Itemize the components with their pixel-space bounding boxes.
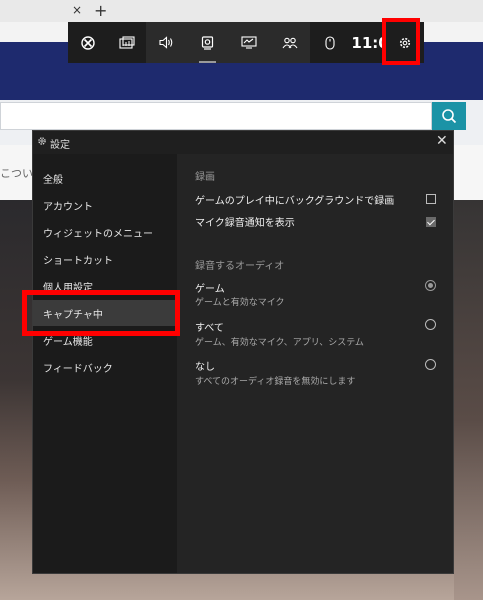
audio-option-all-radio[interactable] [425,319,436,330]
capture-button[interactable] [187,22,228,63]
site-search-input[interactable] [0,102,432,130]
background-recording-label: ゲームのプレイ中にバックグラウンドで録画 [195,196,395,207]
xbox-icon [80,35,95,50]
nav-item-general[interactable]: 全般 [33,165,177,191]
mouse-button[interactable] [310,22,349,63]
audio-option-game-radio[interactable] [425,280,436,291]
nav-item-account[interactable]: アカウント [33,192,177,218]
performance-icon [241,36,257,49]
settings-content: 録画 ゲームのプレイ中にバックグラウンドで録画 マイク録音通知を表示 録音するオ… [177,154,453,573]
nav-item-feedback[interactable]: フィードバック [33,354,177,380]
social-button[interactable] [269,22,310,63]
capture-icon [202,35,214,50]
audio-option-all-desc: ゲーム、有効なマイク、アプリ、システム [195,338,364,348]
audio-option-none-desc: すべてのオーディオ録音を無効にします [195,377,356,387]
site-strip-text: こつい [0,167,33,180]
audio-option-game-desc: ゲームと有効なマイク [195,298,285,308]
close-button[interactable]: ✕ [436,133,448,149]
settings-title-bar[interactable]: 設定 ✕ [33,131,453,155]
site-search-button[interactable] [432,102,466,130]
capturing-highlight-box [22,290,180,336]
background-photo-edge [454,200,483,600]
settings-highlight-box [382,18,420,65]
performance-button[interactable] [228,22,269,63]
section-heading-audio: 録音するオーディオ [195,261,285,272]
tab-close-button[interactable]: × [72,3,82,17]
audio-button[interactable] [146,22,187,63]
mic-notification-label: マイク録音通知を表示 [195,218,295,229]
background-recording-checkbox[interactable] [426,194,436,204]
audio-option-none-label: なし [195,362,215,373]
widget-menu-button[interactable] [107,22,146,63]
audio-option-none-radio[interactable] [425,359,436,370]
audio-option-game-label: ゲーム [195,284,225,295]
audio-option-all-label: すべて [195,323,224,334]
clock-time: 11:06 [351,33,386,52]
mic-notification-checkbox[interactable] [426,217,436,227]
widget-menu-icon [119,36,135,49]
mouse-icon [325,35,335,50]
section-heading-recording: 録画 [195,172,215,183]
settings-window: 設定 ✕ 全般 アカウント ウィジェットのメニュー ショートカット 個人用設定 … [32,130,454,574]
nav-item-shortcuts[interactable]: ショートカット [33,246,177,272]
audio-icon [159,36,173,49]
new-tab-button[interactable]: + [94,1,107,20]
settings-sidebar: 全般 アカウント ウィジェットのメニュー ショートカット 個人用設定 キャプチャ… [33,154,177,573]
window-title: 設定 [50,140,70,151]
search-icon [442,109,457,124]
social-icon [282,37,298,48]
xbox-button[interactable] [68,22,107,63]
nav-item-widget-menu[interactable]: ウィジェットのメニュー [33,219,177,245]
gear-icon [38,137,46,145]
game-bar: 11:06 [68,22,424,63]
